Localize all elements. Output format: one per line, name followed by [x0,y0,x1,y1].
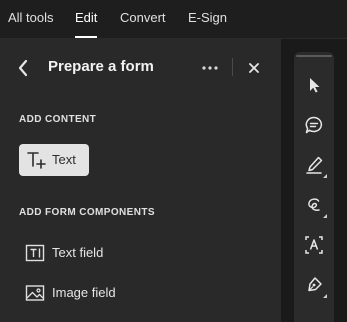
submenu-indicator [323,214,327,218]
draw-tool-button[interactable] [300,191,328,219]
pen-sign-icon [308,277,322,292]
back-button[interactable] [12,57,34,79]
header-separator [232,58,233,76]
tab-convert[interactable]: Convert [120,10,166,25]
highlight-tool-button[interactable] [300,151,328,179]
image-field-item[interactable]: Image field [19,277,259,309]
text-box-icon [305,236,323,254]
tab-all-tools[interactable]: All tools [8,10,54,25]
text-field-label: Text field [52,245,104,260]
text-field-icon [25,244,45,262]
more-options-button[interactable] [198,57,222,79]
section-heading-add-form-components: ADD FORM COMPONENTS [19,207,155,218]
rail-drag-handle[interactable] [296,55,332,57]
image-field-label: Image field [52,285,116,300]
close-icon [249,63,259,73]
submenu-indicator [323,294,327,298]
select-tool-button[interactable] [300,71,328,99]
pointer-arrow-icon [310,78,320,93]
panel-header: Prepare a form [0,39,281,95]
sign-tool-button[interactable] [300,271,328,299]
add-text-icon [27,152,46,169]
panel-title: Prepare a form [48,58,154,75]
freehand-loop-icon [308,198,320,211]
submenu-indicator [323,174,327,178]
highlighter-icon [306,156,323,174]
image-field-icon [25,285,45,301]
comment-tool-button[interactable] [300,111,328,139]
chevron-left-icon [18,59,28,77]
text-select-tool-button[interactable] [300,231,328,259]
tab-edit[interactable]: Edit [75,10,97,25]
close-panel-button[interactable] [243,57,265,79]
prepare-form-panel: Prepare a form ADD CONTENT Text ADD FORM… [0,39,281,322]
tab-e-sign[interactable]: E-Sign [188,10,227,25]
top-tab-bar: All tools Edit Convert E-Sign [0,0,347,38]
more-horizontal-icon [202,66,218,70]
text-field-item[interactable]: Text field [19,237,259,269]
comment-add-icon [305,116,323,134]
add-text-button[interactable]: Text [19,144,89,176]
add-text-label: Text [52,152,76,167]
section-heading-add-content: ADD CONTENT [19,114,97,125]
